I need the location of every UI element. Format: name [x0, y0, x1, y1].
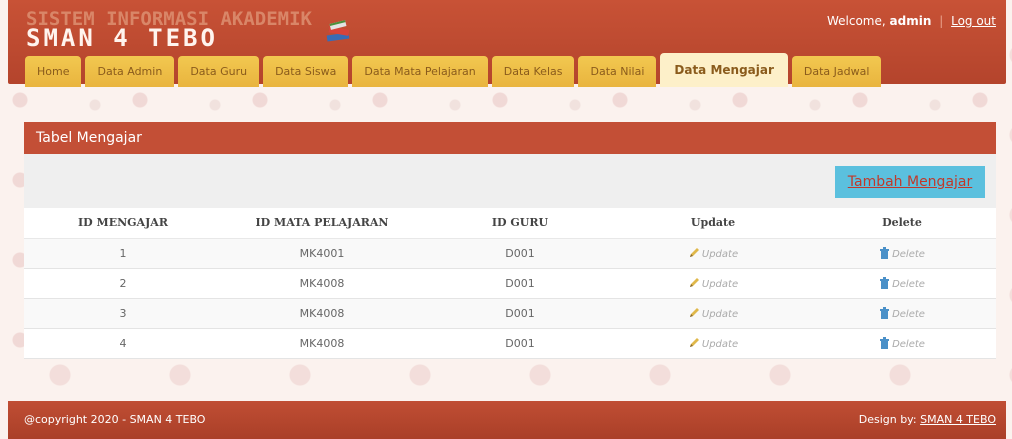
cell-id-guru: D001	[422, 268, 618, 299]
table-header-row: ID MENGAJAR ID MATA PELAJARAN ID GURU Up…	[24, 208, 996, 239]
site-title: SMAN 4 TEBO	[26, 24, 218, 52]
books-icon	[326, 20, 350, 42]
trash-icon	[880, 276, 890, 289]
nav-tab-data-mengajar[interactable]: Data Mengajar	[660, 53, 788, 87]
cell-id-guru: D001	[422, 238, 618, 269]
panel-toolbar: Tambah Mengajar	[24, 154, 996, 208]
cell-id-mata-pelajaran: MK4001	[222, 238, 422, 269]
mengajar-table: ID MENGAJAR ID MATA PELAJARAN ID GURU Up…	[24, 208, 996, 359]
delete-label: Delete	[892, 338, 925, 350]
site-footer: @copyright 2020 - SMAN 4 TEBO Design by:…	[8, 401, 1006, 439]
welcome-prefix: Welcome,	[826, 14, 886, 28]
column-header-id-mata-pelajaran: ID MATA PELAJARAN	[222, 208, 422, 239]
nav-tab-data-siswa[interactable]: Data Siswa	[263, 56, 349, 87]
trash-icon	[880, 306, 890, 319]
delete-link[interactable]: Delete	[879, 246, 925, 260]
design-credit-prefix: Design by:	[858, 413, 917, 426]
pencil-icon	[689, 307, 699, 317]
update-link[interactable]: Update	[688, 277, 739, 290]
nav-tab-data-jadwal[interactable]: Data Jadwal	[791, 56, 882, 87]
nav-tab-data-mata-pelajaran[interactable]: Data Mata Pelajaran	[352, 56, 488, 87]
update-label: Update	[701, 248, 739, 260]
welcome-separator: |	[939, 14, 944, 28]
column-header-delete: Delete	[808, 208, 996, 239]
update-label: Update	[701, 308, 739, 320]
welcome-bar: Welcome, admin | Log out	[827, 14, 996, 28]
cell-id-mengajar: 3	[24, 298, 222, 329]
update-link[interactable]: Update	[688, 337, 739, 350]
cell-id-mengajar: 1	[24, 238, 222, 269]
delete-label: Delete	[892, 308, 925, 320]
column-header-id-mengajar: ID MENGAJAR	[24, 208, 222, 239]
logout-link[interactable]: Log out	[951, 14, 996, 28]
update-label: Update	[701, 278, 739, 290]
table-row: 4 MK4008 D001 Update Delete	[24, 328, 996, 359]
nav-tab-data-admin[interactable]: Data Admin	[85, 56, 175, 87]
design-credit: Design by: SMAN 4 TEBO	[859, 401, 996, 439]
column-header-id-guru: ID GURU	[422, 208, 618, 239]
delete-link[interactable]: Delete	[879, 276, 925, 290]
delete-link[interactable]: Delete	[879, 336, 925, 350]
delete-label: Delete	[892, 248, 925, 260]
cell-id-guru: D001	[422, 298, 618, 329]
update-link[interactable]: Update	[688, 307, 739, 320]
cell-id-mata-pelajaran: MK4008	[222, 298, 422, 329]
update-label: Update	[701, 338, 739, 350]
main-nav: Home Data Admin Data Guru Data Siswa Dat…	[25, 53, 885, 87]
panel-title: Tabel Mengajar	[24, 122, 996, 154]
add-mengajar-button[interactable]: Tambah Mengajar	[835, 166, 985, 198]
column-header-update: Update	[618, 208, 808, 239]
trash-icon	[880, 246, 890, 259]
cell-id-mata-pelajaran: MK4008	[222, 268, 422, 299]
pencil-icon	[689, 337, 699, 347]
pencil-icon	[689, 247, 699, 257]
cell-id-mengajar: 2	[24, 268, 222, 299]
delete-link[interactable]: Delete	[879, 306, 925, 320]
cell-id-mata-pelajaran: MK4008	[222, 328, 422, 359]
nav-tab-data-guru[interactable]: Data Guru	[178, 56, 260, 87]
nav-tab-data-nilai[interactable]: Data Nilai	[578, 56, 657, 87]
pencil-icon	[689, 277, 699, 287]
copyright-text: @copyright 2020 - SMAN 4 TEBO	[24, 413, 206, 426]
table-row: 2 MK4008 D001 Update Delete	[24, 268, 996, 299]
username: admin	[889, 14, 932, 28]
cell-id-mengajar: 4	[24, 328, 222, 359]
trash-icon	[880, 336, 890, 349]
design-credit-link[interactable]: SMAN 4 TEBO	[920, 413, 996, 426]
update-link[interactable]: Update	[688, 247, 739, 260]
nav-tab-home[interactable]: Home	[25, 56, 82, 87]
table-row: 1 MK4001 D001 Update Delete	[24, 238, 996, 269]
nav-tab-data-kelas[interactable]: Data Kelas	[491, 56, 575, 87]
cell-id-guru: D001	[422, 328, 618, 359]
delete-label: Delete	[892, 278, 925, 290]
table-row: 3 MK4008 D001 Update Delete	[24, 298, 996, 329]
